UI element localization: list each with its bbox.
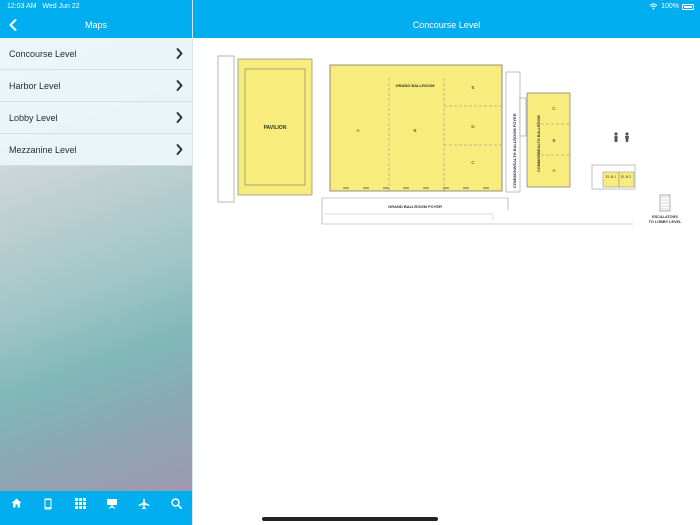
sidebar-item-concourse-level[interactable]: Concourse Level (0, 38, 192, 70)
grand-ballroom-foyer: GRAND BALLROOM FOYER (321, 197, 633, 225)
sidebar-item-harbor-level[interactable]: Harbor Level (0, 70, 192, 102)
presentation-icon (107, 499, 117, 509)
chevron-right-icon (176, 80, 183, 91)
svg-text:TO LOBBY LEVEL: TO LOBBY LEVEL (649, 220, 682, 224)
svg-text:COMMONWEALTH BALLROOM FOYER: COMMONWEALTH BALLROOM FOYER (512, 113, 517, 188)
svg-text:EL M 2: EL M 2 (621, 175, 631, 179)
svg-text:COMMONWEALTH BALLROOM: COMMONWEALTH BALLROOM (537, 115, 541, 172)
wifi-icon (649, 3, 658, 10)
commonwealth-ballroom-room[interactable]: COMMONWEALTH BALLROOM C B A (526, 92, 571, 188)
sidebar-item-mezzanine-level[interactable]: Mezzanine Level (0, 134, 192, 166)
svg-text:EL M 1: EL M 1 (606, 175, 616, 179)
grid-icon (74, 498, 86, 509)
airplane-icon (138, 498, 150, 510)
sidebar-header: Maps (0, 13, 192, 38)
restroom-icon (614, 132, 629, 142)
pavilion-room[interactable]: PAVILION (217, 55, 313, 203)
battery-icon (682, 3, 694, 10)
chevron-right-icon (176, 112, 183, 123)
grand-ballroom-section-b: B (413, 128, 416, 133)
sidebar-item-lobby-level[interactable]: Lobby Level (0, 102, 192, 134)
sidebar-item-label: Harbor Level (9, 81, 61, 91)
tab-bar (0, 491, 192, 525)
grand-ballroom-room[interactable]: GRAND BALLROOM A B C D E (329, 64, 503, 192)
main-header: Concourse Level (193, 13, 700, 38)
tab-mobile[interactable] (32, 491, 64, 525)
status-bar: 12:03 AM Wed Jun 22 100% (0, 0, 700, 13)
escalators[interactable]: ESCALATORS TO LOBBY LEVEL (649, 194, 682, 224)
chevron-right-icon (176, 48, 183, 59)
chevron-right-icon (176, 144, 183, 155)
sidebar-item-label: Mezzanine Level (9, 145, 77, 155)
page-title: Concourse Level (412, 20, 481, 30)
tab-search[interactable] (160, 491, 192, 525)
tab-home[interactable] (0, 491, 32, 525)
commonwealth-section-b: B (552, 138, 555, 143)
search-icon (170, 498, 182, 509)
svg-text:ESCALATORS: ESCALATORS (652, 215, 678, 219)
sidebar-title: Maps (84, 20, 107, 30)
tab-grid[interactable] (64, 491, 96, 525)
grand-ballroom-label: GRAND BALLROOM (396, 83, 436, 88)
tab-travel[interactable] (128, 491, 160, 525)
mobile-icon (44, 498, 52, 510)
grand-ballroom-section-a: A (356, 128, 359, 133)
pavilion-label: PAVILION (264, 125, 287, 131)
home-indicator[interactable] (262, 517, 438, 521)
sidebar-item-label: Lobby Level (9, 113, 58, 123)
sidebar-item-label: Concourse Level (9, 49, 77, 59)
tab-presentation[interactable] (96, 491, 128, 525)
elevator-lobby[interactable]: EL M 1 EL M 2 (591, 164, 636, 190)
grand-ballroom-section-e: E (471, 85, 474, 90)
status-time: 12:03 AM Wed Jun 22 (7, 3, 80, 10)
home-icon (11, 498, 21, 508)
svg-text:GRAND BALLROOM FOYER: GRAND BALLROOM FOYER (388, 204, 442, 209)
status-date: Wed Jun 22 (42, 3, 80, 10)
sidebar: Concourse Level Harbor Level Lobby Level… (0, 38, 192, 491)
commonwealth-ballroom-foyer: COMMONWEALTH BALLROOM FOYER (505, 71, 527, 193)
floor-plan-map[interactable]: PAVILION GRAND BALLROOM A B C D E GRAND … (193, 38, 700, 491)
commonwealth-section-a: A (552, 168, 555, 173)
battery-percent: 100% (661, 3, 679, 10)
